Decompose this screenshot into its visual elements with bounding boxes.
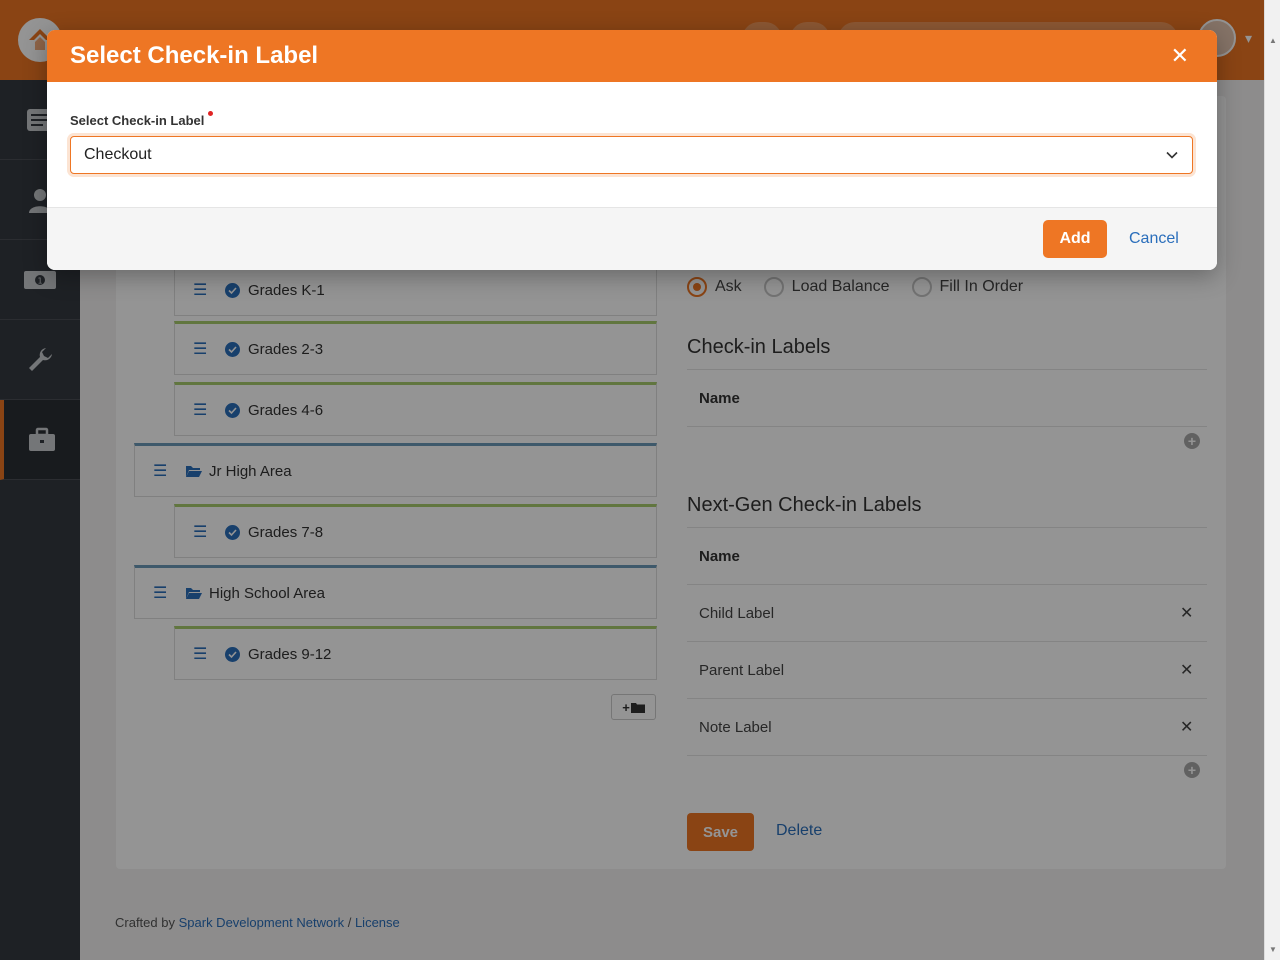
modal-title: Select Check-in Label — [70, 42, 319, 69]
page-scrollbar[interactable]: ▲ ▼ — [1264, 0, 1280, 960]
scroll-down-icon[interactable]: ▼ — [1269, 945, 1277, 954]
checkin-label-select[interactable]: Checkout — [70, 136, 1193, 174]
add-button[interactable]: Add — [1043, 220, 1107, 258]
field-label: Select Check-in Label — [70, 111, 214, 128]
cancel-link[interactable]: Cancel — [1129, 230, 1179, 248]
modal-header: Select Check-in Label ✕ — [47, 30, 1217, 82]
chevron-down-icon — [1166, 151, 1178, 159]
close-icon[interactable]: ✕ — [1171, 42, 1189, 70]
select-checkin-label-modal: Select Check-in Label ✕ Select Check-in … — [47, 30, 1217, 270]
modal-footer: Add Cancel — [47, 207, 1217, 270]
required-indicator — [208, 111, 214, 116]
field-label-text: Select Check-in Label — [70, 113, 205, 128]
modal-body: Select Check-in Label Checkout — [47, 82, 1217, 207]
scroll-up-icon[interactable]: ▲ — [1269, 36, 1277, 45]
select-value: Checkout — [84, 146, 152, 163]
